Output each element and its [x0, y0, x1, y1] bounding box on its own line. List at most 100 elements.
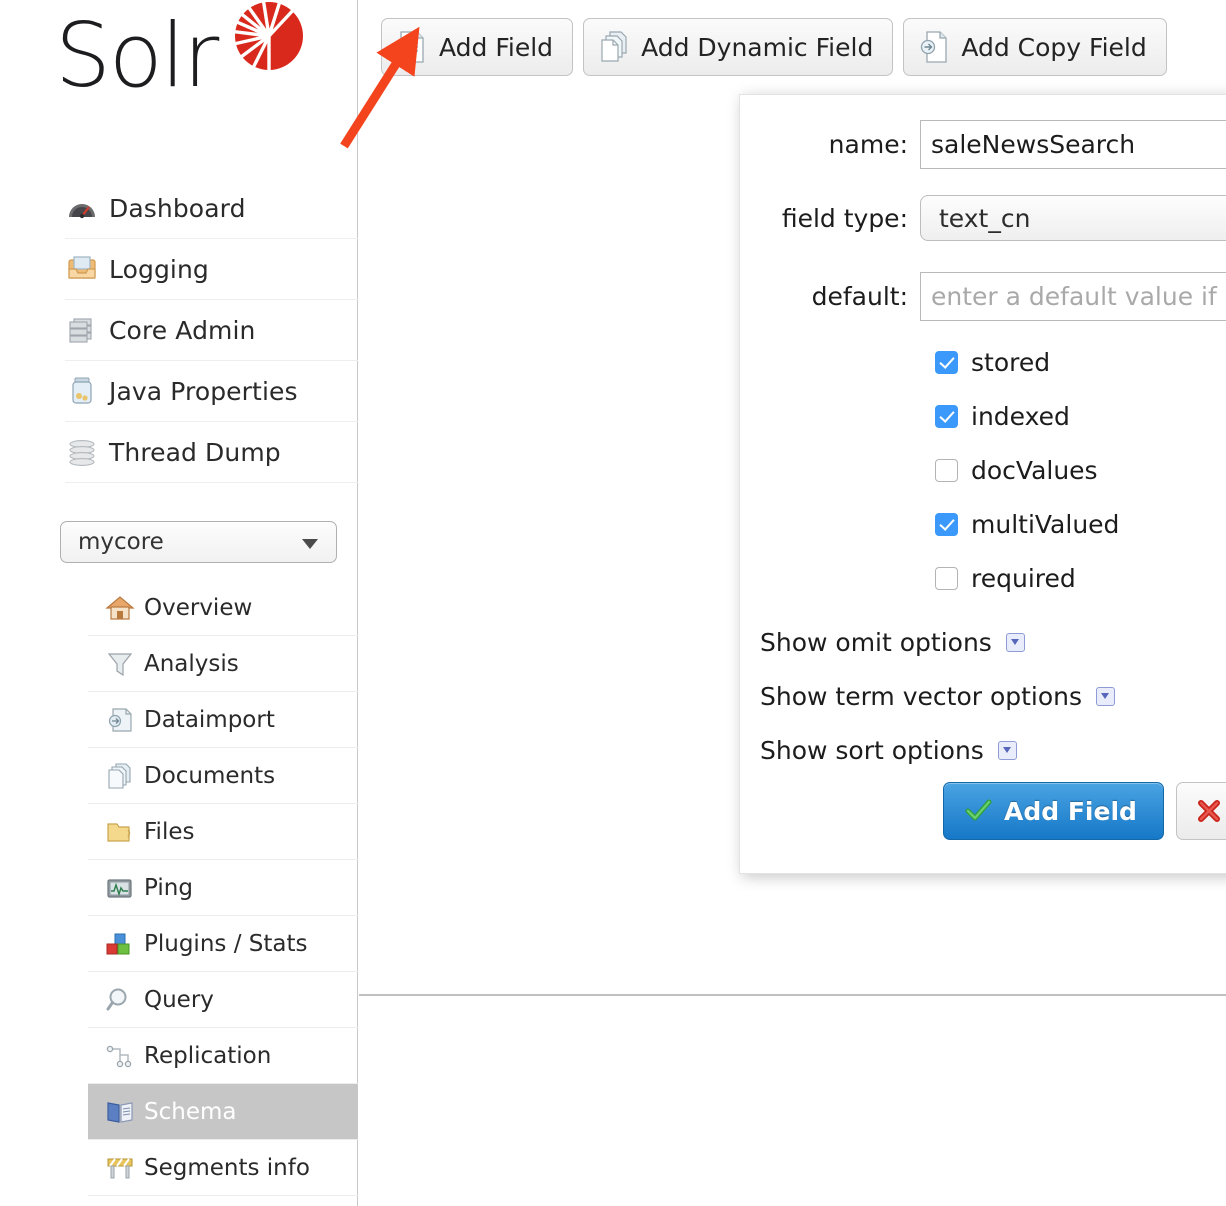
java-properties-jar-icon — [65, 376, 99, 406]
sidebar-item-segments-info[interactable]: Segments info — [88, 1140, 358, 1196]
toolbar-button-label: Add Dynamic Field — [641, 32, 874, 62]
core-navigation: Overview Analysis Dataimport Documents F… — [88, 580, 358, 1196]
add-copy-field-button[interactable]: Add Copy Field — [903, 18, 1167, 76]
sidebar-item-schema[interactable]: Schema — [88, 1084, 358, 1140]
content-area: Add Field Add Dynamic Field Add Copy Fie… — [359, 0, 1226, 996]
chevron-down-icon — [302, 539, 318, 549]
required-checkbox[interactable] — [935, 566, 958, 590]
green-check-icon — [964, 797, 992, 825]
show-sort-options-label: Show sort options — [760, 735, 984, 765]
ping-chart-icon — [104, 874, 136, 902]
main-navigation: Dashboard Logging Core Admin Java Proper… — [65, 178, 358, 483]
add-field-doc-icon — [397, 30, 427, 64]
sidebar-item-label: Schema — [144, 1098, 237, 1125]
show-sort-options-toggle[interactable]: Show sort options — [760, 723, 1115, 777]
nav-item-thread-dump[interactable]: Thread Dump — [65, 422, 358, 483]
chevron-down-box-icon[interactable] — [1005, 632, 1025, 652]
docvalues-label: docValues — [971, 455, 1098, 485]
checkbox-row-multivalued[interactable]: multiValued — [935, 497, 1119, 551]
field-type-select[interactable]: text_cn — [920, 195, 1226, 241]
dashboard-gauge-icon — [65, 193, 99, 223]
required-label: required — [971, 563, 1076, 593]
folder-icon — [104, 818, 136, 846]
show-term-vector-options-toggle[interactable]: Show term vector options — [760, 669, 1116, 723]
cancel-button[interactable]: Cancel — [1175, 782, 1226, 840]
logging-tray-icon — [65, 254, 99, 284]
nav-label: Core Admin — [109, 315, 256, 345]
docvalues-checkbox[interactable] — [935, 458, 958, 482]
sidebar-item-label: Files — [144, 818, 195, 845]
sidebar-item-label: Ping — [144, 874, 193, 901]
replication-icon — [104, 1042, 136, 1070]
sidebar-item-label: Documents — [144, 762, 276, 789]
checkbox-row-required[interactable]: required — [935, 551, 1119, 605]
nav-label: Java Properties — [109, 376, 298, 406]
show-term-vector-options-label: Show term vector options — [760, 681, 1083, 711]
sidebar-item-ping[interactable]: Ping — [88, 860, 358, 916]
sidebar-item-overview[interactable]: Overview — [88, 580, 358, 636]
sidebar-item-label: Analysis — [144, 650, 239, 677]
form-row-field-type: field type: text_cn — [740, 195, 1226, 241]
nav-label: Thread Dump — [109, 437, 281, 467]
sidebar-item-plugins-stats[interactable]: Plugins / Stats — [88, 916, 358, 972]
core-selector-value: mycore — [78, 529, 164, 555]
sidebar-item-replication[interactable]: Replication — [88, 1028, 358, 1084]
default-value-input[interactable] — [920, 272, 1226, 321]
blocks-icon — [104, 930, 136, 958]
panel-actions: Add Field Cancel — [943, 782, 1226, 840]
field-options-checkboxes: stored indexed docValues multiValued req… — [935, 335, 1119, 605]
indexed-checkbox[interactable] — [935, 404, 958, 428]
documents-icon — [104, 762, 136, 790]
sidebar-item-analysis[interactable]: Analysis — [88, 636, 358, 692]
show-options-group: Show omit options Show term vector optio… — [760, 615, 1116, 777]
field-type-label: field type: — [781, 203, 908, 233]
magnifier-icon — [104, 986, 136, 1014]
checkbox-row-indexed[interactable]: indexed — [935, 389, 1119, 443]
add-field-button[interactable]: Add Field — [381, 18, 574, 76]
stored-label: stored — [971, 347, 1051, 377]
sidebar-item-label: Segments info — [144, 1154, 310, 1181]
core-admin-database-icon — [65, 315, 99, 345]
nav-label: Logging — [109, 254, 209, 284]
nav-label: Dashboard — [109, 193, 246, 223]
form-row-name: name: — [740, 120, 1226, 169]
solr-sunburst-icon — [220, 0, 303, 76]
sidebar-item-dataimport[interactable]: Dataimport — [88, 692, 358, 748]
nav-item-core-admin[interactable]: Core Admin — [65, 300, 358, 361]
barrier-icon — [104, 1154, 136, 1182]
submit-add-field-button[interactable]: Add Field — [943, 782, 1164, 840]
checkbox-row-stored[interactable]: stored — [935, 335, 1119, 389]
submit-button-label: Add Field — [1004, 796, 1137, 826]
sidebar-item-documents[interactable]: Documents — [88, 748, 358, 804]
checkbox-row-docvalues[interactable]: docValues — [935, 443, 1119, 497]
stored-checkbox[interactable] — [935, 350, 958, 374]
add-dynamic-field-button[interactable]: Add Dynamic Field — [583, 18, 894, 76]
chevron-down-box-icon[interactable] — [1096, 686, 1116, 706]
import-doc-icon — [104, 706, 136, 734]
sidebar-item-label: Dataimport — [144, 706, 275, 733]
toolbar-button-label: Add Field — [439, 32, 554, 62]
sidebar-item-files[interactable]: Files — [88, 804, 358, 860]
solr-logo[interactable]: Solr — [55, 0, 325, 114]
chevron-down-box-icon[interactable] — [997, 740, 1017, 760]
nav-item-logging[interactable]: Logging — [65, 239, 358, 300]
book-icon — [104, 1098, 136, 1126]
field-type-value: text_cn — [939, 204, 1031, 233]
multivalued-label: multiValued — [971, 509, 1120, 539]
sidebar-item-label: Plugins / Stats — [144, 930, 308, 957]
show-omit-options-toggle[interactable]: Show omit options — [760, 615, 1115, 669]
add-field-panel: name: field type: text_cn default: store… — [739, 94, 1226, 874]
add-copy-field-doc-icon — [919, 30, 949, 64]
multivalued-checkbox[interactable] — [935, 512, 958, 536]
core-selector-dropdown[interactable]: mycore — [60, 521, 337, 563]
schema-toolbar: Add Field Add Dynamic Field Add Copy Fie… — [381, 18, 1167, 76]
nav-item-java-properties[interactable]: Java Properties — [65, 361, 358, 422]
sidebar-item-label: Query — [144, 986, 214, 1013]
add-dynamic-field-docs-icon — [599, 30, 629, 64]
nav-item-dashboard[interactable]: Dashboard — [65, 178, 358, 239]
sidebar-item-query[interactable]: Query — [88, 972, 358, 1028]
sidebar-item-label: Overview — [144, 594, 253, 621]
field-name-input[interactable] — [920, 120, 1226, 169]
form-row-default: default: — [740, 272, 1226, 321]
sidebar: Solr Dashboard Logging Core Admin Java P… — [0, 0, 358, 1206]
